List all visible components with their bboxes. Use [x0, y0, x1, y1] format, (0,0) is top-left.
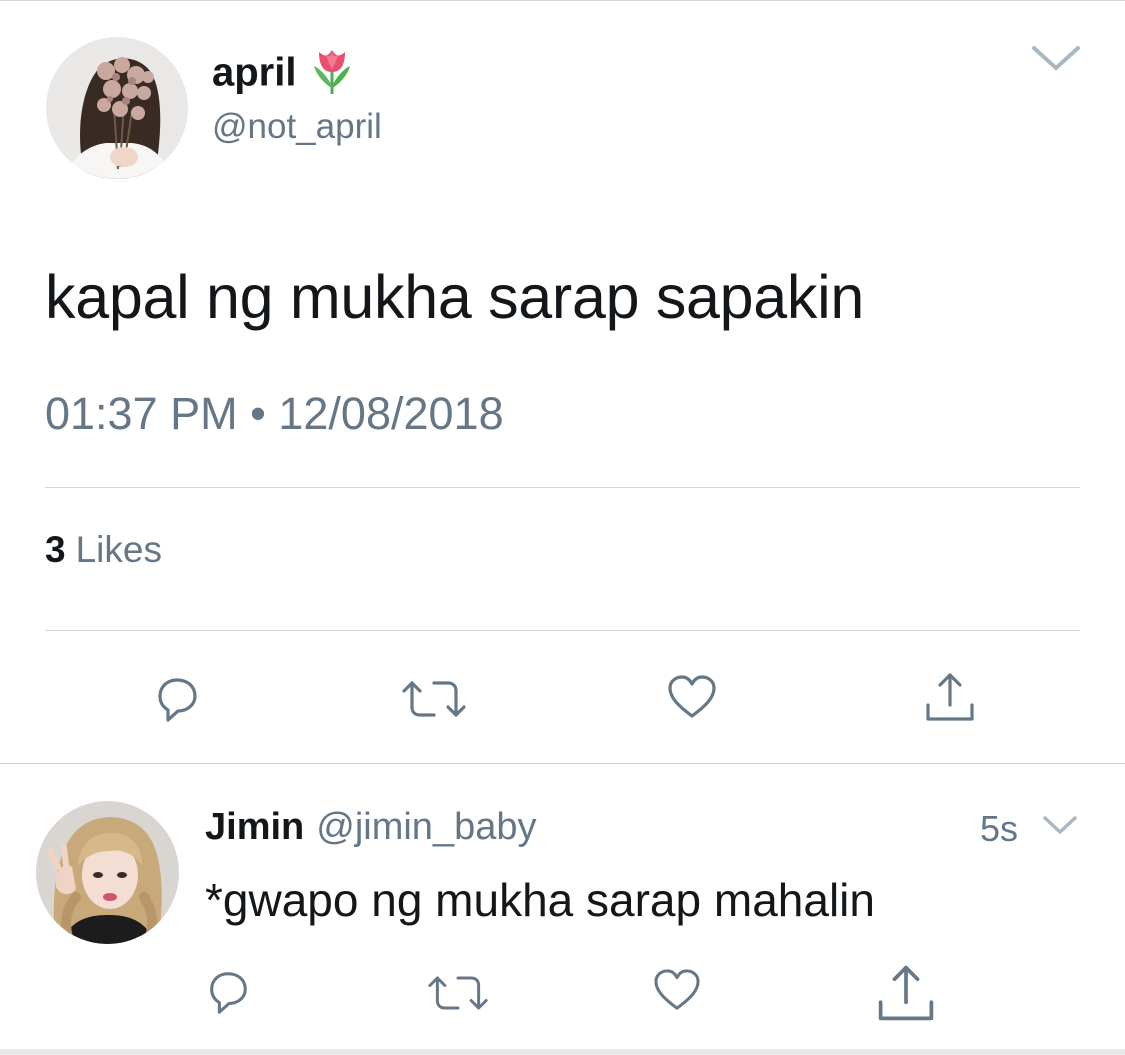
reply-icon [158, 678, 197, 722]
top-divider [0, 0, 1125, 1]
tweet-text: kapal ng mukha sarap sapakin [45, 263, 865, 331]
reply-retweet-button[interactable] [428, 972, 488, 1014]
share-icon [926, 673, 974, 721]
like-icon [654, 969, 700, 1010]
likes-count: 3 [45, 529, 66, 570]
retweet-button[interactable] [402, 677, 466, 721]
tulip-emoji [310, 44, 354, 106]
share-icon [878, 965, 934, 1021]
reply-handle: @jimin_baby [316, 806, 537, 848]
likes-stat[interactable]: 3 Likes [45, 529, 162, 571]
author-name-text: april [212, 50, 297, 95]
reply-text: *gwapo ng mukha sarap mahalin [205, 874, 875, 926]
reply-icon [210, 972, 247, 1014]
author-display-name[interactable]: april [212, 44, 354, 106]
avatar-april[interactable] [46, 37, 188, 179]
likes-label: Likes [75, 529, 162, 570]
bottom-divider [0, 1049, 1125, 1055]
reply-time: 5s [980, 808, 1019, 849]
author-handle[interactable]: @not_april [212, 107, 382, 147]
reply-like-button[interactable] [653, 968, 701, 1012]
share-button[interactable] [924, 671, 976, 723]
avatar-jimin[interactable] [36, 801, 179, 944]
like-icon [668, 675, 716, 718]
reply-author[interactable]: Jimin @jimin_baby [205, 806, 536, 849]
divider [45, 487, 1080, 488]
retweet-icon [428, 976, 488, 1010]
tweet-timestamp[interactable]: 01:37 PM • 12/08/2018 [45, 388, 504, 440]
tweet-separator [0, 763, 1125, 764]
divider [45, 630, 1080, 631]
chevron-down-icon[interactable] [1030, 44, 1082, 79]
chevron-down-icon[interactable] [1042, 815, 1078, 842]
retweet-icon [402, 681, 466, 717]
like-button[interactable] [667, 674, 717, 720]
reply-button[interactable] [152, 674, 202, 724]
reply-reply-button[interactable] [204, 968, 252, 1016]
reply-display-name: Jimin [205, 806, 305, 848]
reply-share-button[interactable] [874, 963, 938, 1023]
